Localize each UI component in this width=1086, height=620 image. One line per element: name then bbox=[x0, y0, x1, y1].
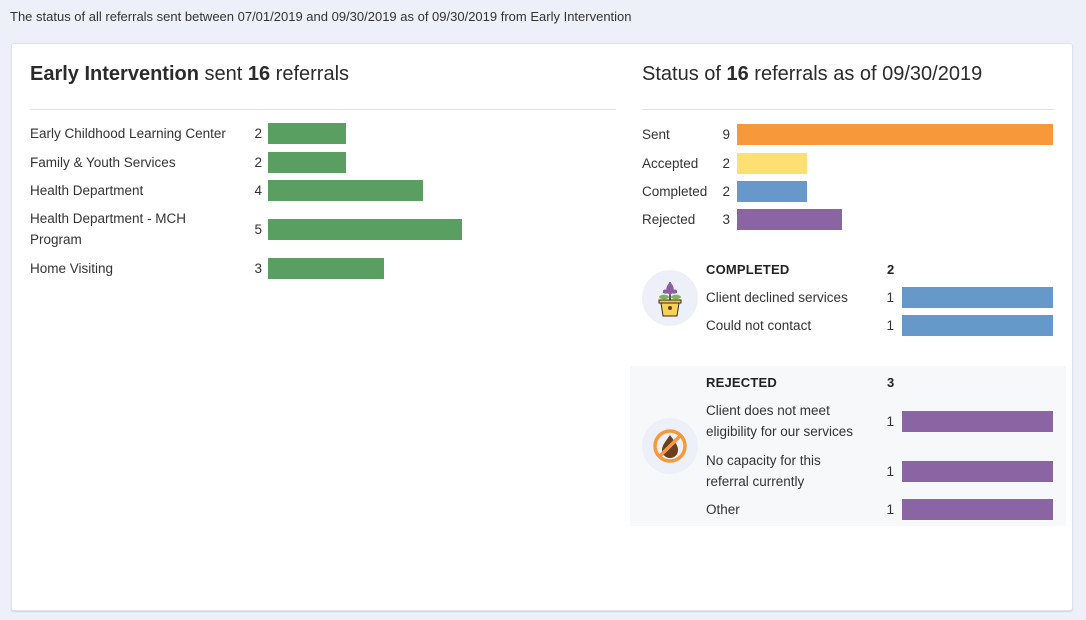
recipient-label: Family & Youth Services bbox=[30, 155, 176, 170]
recipient-count: 2 bbox=[254, 155, 262, 170]
divider bbox=[30, 109, 616, 110]
status-bar bbox=[737, 181, 808, 202]
recipient-count: 2 bbox=[254, 126, 262, 141]
status-label: Sent bbox=[642, 127, 670, 142]
status-label: Rejected bbox=[642, 212, 696, 227]
status-row-accepted: Accepted 2 bbox=[642, 153, 808, 174]
recipient-bar bbox=[268, 258, 385, 279]
rejected-reason-row: No capacity for this referral currently … bbox=[706, 450, 1053, 492]
rejected-section: REJECTED 3 Client does not meet eligibil… bbox=[630, 366, 1066, 526]
status-label: Completed bbox=[642, 184, 708, 199]
referral-count: 16 bbox=[247, 63, 271, 85]
reason-count: 1 bbox=[886, 413, 894, 429]
reason-label: No capacity for this referral currently bbox=[706, 453, 821, 489]
reason-count: 1 bbox=[886, 290, 894, 305]
organization-name: Early Intervention bbox=[30, 63, 199, 85]
reason-bar bbox=[902, 460, 1053, 482]
recipient-row: Home Visiting 3 bbox=[30, 258, 385, 279]
rejected-reason-row: Client does not meet eligibility for our… bbox=[706, 400, 1053, 442]
report-caption: The status of all referrals sent between… bbox=[10, 9, 632, 24]
no-water-icon bbox=[642, 418, 698, 474]
referral-count: 16 bbox=[726, 63, 749, 85]
status-count: 3 bbox=[722, 212, 730, 227]
recipient-bar bbox=[268, 180, 424, 201]
status-label: Accepted bbox=[642, 156, 699, 171]
reason-bar bbox=[902, 410, 1053, 432]
status-bar bbox=[737, 124, 1053, 145]
plant-pot-icon bbox=[642, 270, 698, 326]
recipient-label: Home Visiting bbox=[30, 261, 114, 276]
rejected-reason-row: Other 1 bbox=[706, 499, 1053, 520]
title-text: referrals as of 09/30/2019 bbox=[748, 63, 983, 85]
status-row-rejected: Rejected 3 bbox=[642, 209, 843, 230]
left-panel-title: Early Intervention sent 16 referrals bbox=[30, 63, 349, 86]
status-bar bbox=[737, 209, 843, 230]
recipient-label: Health Department - MCH Program bbox=[30, 211, 187, 247]
status-row-sent: Sent 9 bbox=[642, 124, 1053, 145]
recipient-row: Health Department - MCH Program 5 bbox=[30, 208, 462, 250]
reason-bar bbox=[902, 315, 1053, 336]
status-count: 2 bbox=[722, 156, 730, 171]
status-count: 9 bbox=[722, 127, 730, 142]
status-bar bbox=[737, 153, 808, 174]
recipient-row: Early Childhood Learning Center 2 bbox=[30, 123, 346, 144]
reason-label: Could not contact bbox=[706, 318, 812, 333]
recipient-row: Health Department 4 bbox=[30, 180, 424, 201]
completed-reason-row: Could not contact 1 bbox=[706, 315, 1053, 336]
status-row-completed: Completed 2 bbox=[642, 181, 808, 202]
reason-count: 1 bbox=[886, 318, 894, 333]
recipient-label: Early Childhood Learning Center bbox=[30, 126, 226, 141]
recipient-label: Health Department bbox=[30, 183, 144, 198]
referrals-card: Early Intervention sent 16 referrals Ear… bbox=[11, 43, 1073, 611]
reason-label: Other bbox=[706, 502, 740, 517]
reason-count: 1 bbox=[886, 463, 894, 479]
recipient-count: 3 bbox=[254, 261, 262, 276]
rejected-count: 3 bbox=[887, 375, 895, 390]
completed-reason-row: Client declined services 1 bbox=[706, 287, 1053, 308]
recipient-row: Family & Youth Services 2 bbox=[30, 152, 346, 173]
title-text: Status of bbox=[642, 63, 727, 85]
right-panel-title: Status of 16 referrals as of 09/30/2019 bbox=[642, 63, 982, 86]
rejected-heading: REJECTED bbox=[706, 375, 777, 390]
title-text: referrals bbox=[270, 63, 350, 85]
completed-heading: COMPLETED bbox=[706, 262, 790, 277]
reason-bar bbox=[902, 287, 1053, 308]
completed-section: COMPLETED 2 Client declined services 1 C… bbox=[630, 252, 1066, 352]
recipient-count: 4 bbox=[254, 183, 262, 198]
reason-bar bbox=[902, 499, 1053, 520]
completed-count: 2 bbox=[887, 262, 895, 277]
title-text: sent bbox=[198, 63, 248, 85]
recipient-bar bbox=[268, 152, 346, 173]
reason-label: Client declined services bbox=[706, 290, 848, 305]
status-count: 2 bbox=[722, 184, 730, 199]
reason-count: 1 bbox=[886, 502, 894, 517]
recipient-bar bbox=[268, 123, 346, 144]
recipient-count: 5 bbox=[254, 221, 262, 237]
divider bbox=[642, 109, 1054, 110]
recipient-bar bbox=[268, 218, 462, 240]
reason-label: Client does not meet eligibility for our… bbox=[706, 403, 854, 439]
